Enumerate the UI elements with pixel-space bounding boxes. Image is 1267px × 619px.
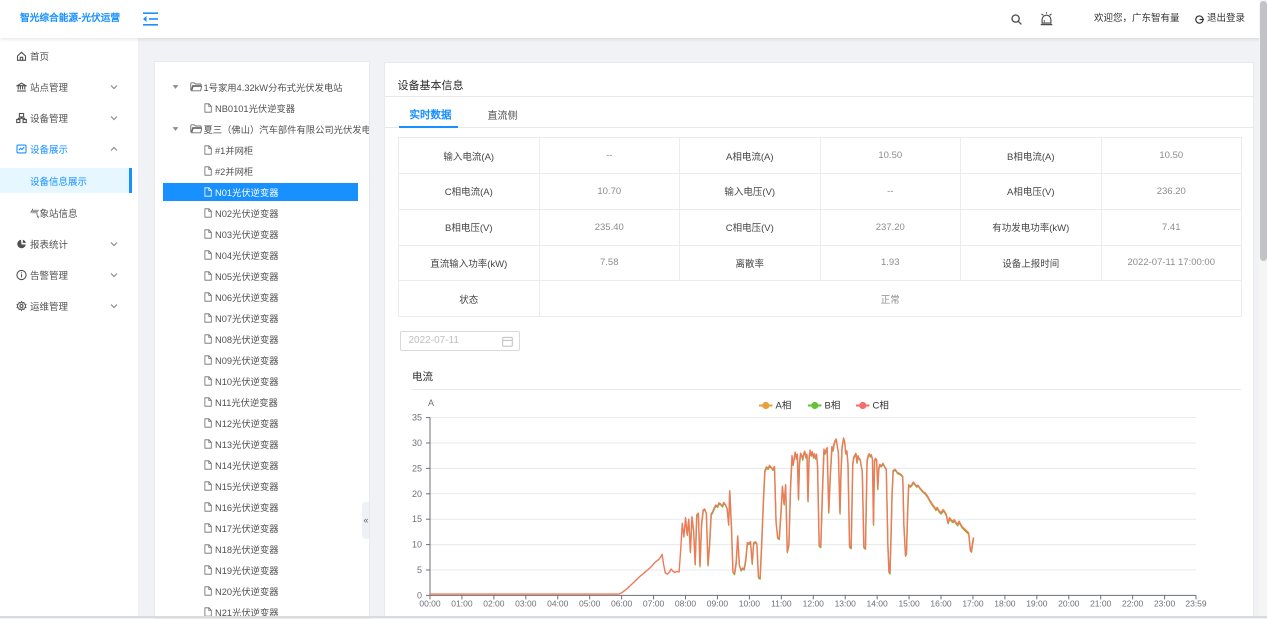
svg-text:16:00: 16:00 (930, 599, 952, 609)
svg-text:09:00: 09:00 (707, 599, 729, 609)
svg-text:07:00: 07:00 (643, 599, 665, 609)
svg-text:15: 15 (412, 514, 422, 524)
svg-text:A: A (428, 398, 434, 408)
svg-text:12:00: 12:00 (803, 599, 825, 609)
svg-text:35: 35 (412, 413, 422, 423)
svg-text:20:00: 20:00 (1058, 599, 1080, 609)
svg-text:23:59: 23:59 (1185, 599, 1207, 609)
svg-text:20: 20 (412, 489, 422, 499)
svg-text:30: 30 (412, 438, 422, 448)
svg-text:22:00: 22:00 (1122, 599, 1144, 609)
svg-text:B相: B相 (825, 400, 841, 412)
svg-text:08:00: 08:00 (675, 599, 697, 609)
svg-text:06:00: 06:00 (611, 599, 633, 609)
svg-text:10:00: 10:00 (739, 599, 761, 609)
svg-text:18:00: 18:00 (994, 599, 1016, 609)
svg-text:03:00: 03:00 (515, 599, 537, 609)
svg-text:10: 10 (412, 540, 422, 550)
svg-text:17:00: 17:00 (962, 599, 984, 609)
svg-text:02:00: 02:00 (483, 599, 505, 609)
svg-text:00:00: 00:00 (419, 599, 441, 609)
svg-text:13:00: 13:00 (835, 599, 857, 609)
svg-text:21:00: 21:00 (1090, 599, 1112, 609)
svg-text:04:00: 04:00 (547, 599, 569, 609)
svg-text:11:00: 11:00 (771, 599, 792, 609)
svg-text:5: 5 (417, 565, 422, 575)
svg-text:A相: A相 (776, 400, 792, 412)
svg-text:14:00: 14:00 (866, 599, 888, 609)
svg-text:05:00: 05:00 (579, 599, 601, 609)
svg-text:23:00: 23:00 (1154, 599, 1176, 609)
svg-text:C相: C相 (873, 400, 889, 412)
svg-text:15:00: 15:00 (898, 599, 920, 609)
svg-text:01:00: 01:00 (451, 599, 473, 609)
svg-text:25: 25 (412, 463, 422, 473)
svg-text:19:00: 19:00 (1026, 599, 1048, 609)
